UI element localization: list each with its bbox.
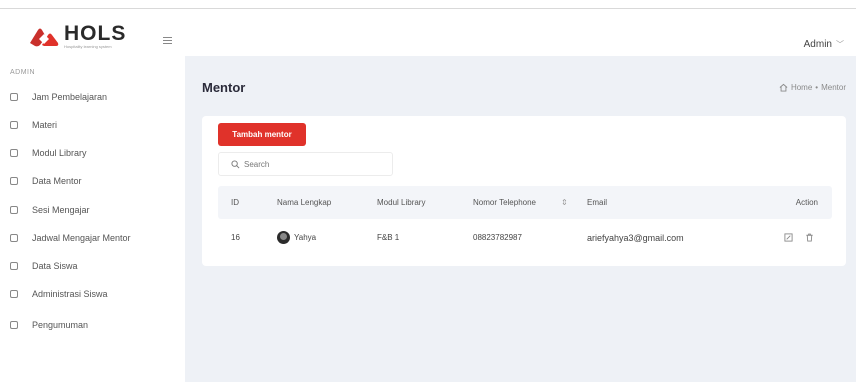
sidebar-item-label: Data Mentor [32, 176, 82, 186]
square-icon [10, 262, 18, 270]
sidebar-item-data-mentor[interactable]: Data Mentor [10, 173, 82, 189]
page-title: Mentor [202, 80, 246, 95]
sidebar-item-data-siswa[interactable]: Data Siswa [10, 258, 78, 274]
breadcrumb-current: Mentor [821, 83, 846, 92]
square-icon [10, 177, 18, 185]
column-header-action: Action [795, 198, 818, 207]
sidebar-item-administrasi-siswa[interactable]: Administrasi Siswa [10, 286, 108, 302]
cell-name-text: Yahya [294, 233, 317, 242]
admin-user-menu[interactable]: Admin ﹀ [804, 39, 844, 50]
logo-title: HOLS [64, 22, 127, 45]
sidebar-item-jam-pembelajaran[interactable]: Jam Pembelajaran [10, 89, 107, 105]
logo-tagline: Hospitality learning system [64, 44, 112, 49]
breadcrumb-separator: • [815, 83, 819, 92]
top-header: HOLS Hospitality learning system Admin ﹀ [0, 10, 856, 56]
logo[interactable]: HOLS Hospitality learning system [28, 22, 127, 49]
square-icon [10, 234, 18, 242]
cell-email: ariefyahya3@gmail.com [587, 232, 684, 243]
cell-phone: 08823782987 [473, 233, 522, 242]
breadcrumb-home-link[interactable]: Home [791, 83, 812, 92]
sidebar-heading: ADMIN [10, 69, 36, 76]
square-icon [10, 290, 18, 298]
sidebar-item-sesi-mengajar[interactable]: Sesi Mengajar [10, 202, 90, 218]
avatar [277, 231, 290, 244]
admin-label: Admin [803, 39, 832, 50]
square-icon [10, 321, 18, 329]
sidebar-item-materi[interactable]: Materi [10, 117, 57, 133]
edit-icon[interactable] [784, 233, 793, 242]
trash-icon[interactable] [805, 233, 814, 242]
hols-logo-icon [30, 28, 59, 46]
sidebar-item-label: Sesi Mengajar [32, 205, 90, 215]
main-content: Mentor Home • Mentor Tambah mentor Searc… [185, 56, 856, 382]
sidebar-item-label: Materi [32, 120, 58, 130]
sidebar-item-label: Modul Library [32, 148, 87, 158]
hamburger-icon[interactable] [163, 37, 172, 46]
square-icon [10, 149, 18, 157]
sidebar-item-modul-library[interactable]: Modul Library [10, 145, 87, 161]
column-header-modul-library[interactable]: Modul Library [377, 186, 425, 219]
search-icon [231, 159, 240, 168]
chevron-down-icon: ﹀ [836, 40, 844, 49]
table-header: ID Nama Lengkap Modul Library Nomor Tele… [218, 186, 832, 219]
add-mentor-button[interactable]: Tambah mentor [218, 123, 306, 146]
sidebar-item-pengumuman[interactable]: Pengumuman [10, 317, 88, 333]
table-row: 16 Yahya F&B 1 08823782987 ariefyahya3@g… [218, 221, 832, 254]
column-header-nama-lengkap[interactable]: Nama Lengkap [277, 186, 331, 219]
cell-actions [784, 221, 814, 254]
square-icon [10, 206, 18, 214]
square-icon [10, 93, 18, 101]
cell-modul: F&B 1 [377, 233, 400, 242]
top-border [0, 0, 856, 9]
sidebar-item-label: Pengumuman [32, 320, 89, 330]
sort-icon[interactable]: ⇕ [561, 186, 568, 219]
sidebar-item-jadwal-mengajar-mentor[interactable]: Jadwal Mengajar Mentor [10, 230, 131, 246]
sidebar-item-label: Data Siswa [32, 261, 78, 271]
column-header-nomor-telephone[interactable]: Nomor Telephone [473, 186, 536, 219]
sidebar-item-label: Jam Pembelajaran [32, 92, 108, 102]
sidebar-item-label: Jadwal Mengajar Mentor [32, 233, 131, 243]
search-placeholder: Search [244, 159, 270, 169]
cell-name: Yahya [277, 221, 316, 254]
mentor-card: Tambah mentor Search ID Nama Lengkap Mod… [202, 116, 846, 266]
column-header-email[interactable]: Email [587, 186, 607, 219]
sidebar: ADMIN Jam Pembelajaran Materi Modul Libr… [0, 56, 185, 382]
home-icon [779, 83, 788, 92]
column-header-id[interactable]: ID [231, 186, 239, 219]
sidebar-item-label: Administrasi Siswa [32, 289, 108, 299]
breadcrumb: Home • Mentor [779, 83, 846, 92]
square-icon [10, 121, 18, 129]
search-input[interactable]: Search [218, 152, 393, 176]
cell-id: 16 [231, 233, 240, 242]
